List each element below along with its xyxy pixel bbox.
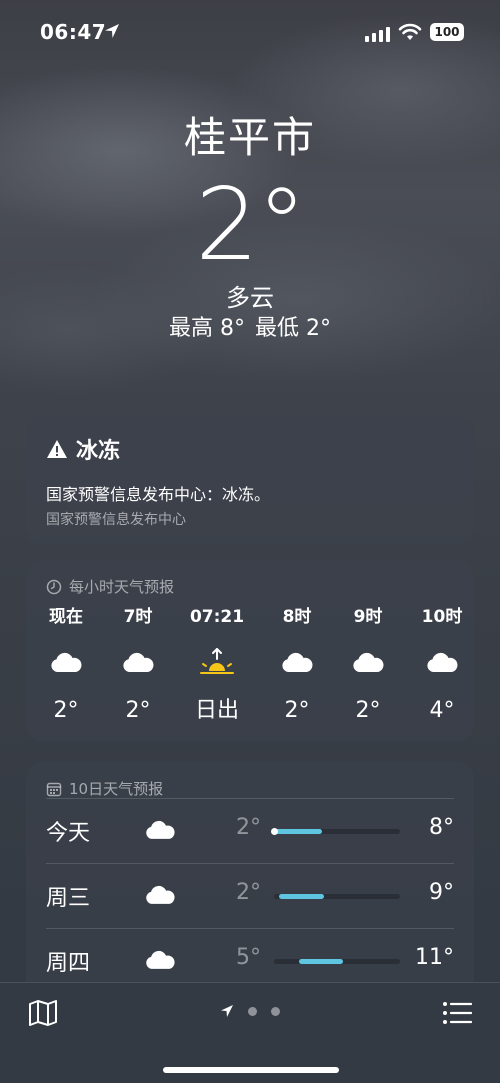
hour-label: 10时: [421, 607, 463, 627]
cloud-icon: [144, 949, 176, 974]
bottom-toolbar: [0, 982, 500, 1083]
cloud-icon: [407, 642, 477, 682]
current-temp-dot: [271, 828, 278, 835]
list-icon[interactable]: [442, 1001, 472, 1025]
day-name: 今天: [46, 821, 91, 846]
warning-icon: [47, 440, 67, 458]
hourly-item: 8时 2°: [262, 606, 332, 726]
hourly-header-text: 每小时天气预报: [69, 578, 175, 596]
home-indicator[interactable]: [163, 1067, 339, 1073]
cloud-icon: [31, 642, 101, 682]
high-temp: 最高 8°: [169, 316, 245, 341]
hour-value: 2°: [355, 698, 381, 723]
hour-label: 07:21: [189, 607, 245, 627]
hour-label: 现在: [49, 607, 83, 627]
hour-value: 2°: [125, 698, 151, 723]
hourly-forecast-card[interactable]: 每小时天气预报 现在 2° 7时 2° 07:21 日出 8时 2° 9时 2° 10时 4°: [26, 560, 474, 742]
page-indicator[interactable]: [220, 1004, 280, 1018]
current-temperature: 2°: [195, 166, 307, 283]
daily-row[interactable]: 周三 2° 9°: [46, 863, 454, 928]
city-name: 桂平市: [183, 113, 316, 162]
hour-value: 日出: [194, 698, 239, 723]
alert-source: 国家预警信息发布中心: [46, 512, 186, 528]
cloud-icon: [144, 819, 176, 844]
day-high: 8°: [429, 815, 454, 840]
low-temp: 最低 2°: [255, 316, 331, 341]
day-name: 周四: [46, 951, 91, 976]
cloud-icon: [262, 642, 332, 682]
hourly-item: 现在 2°: [31, 606, 101, 726]
cloud-icon: [144, 884, 176, 909]
status-bar: 06:47 100: [0, 0, 500, 66]
clock-icon: [46, 579, 62, 594]
battery-indicator: 100: [430, 23, 464, 41]
day-low: 5°: [236, 945, 261, 970]
status-time: 06:47: [40, 20, 107, 44]
cloud-icon: [333, 642, 403, 682]
hour-label: 8时: [282, 607, 312, 627]
current-location-icon: [221, 1005, 233, 1017]
current-weather: 桂平市 2° 多云 最高 8° 最低 2°: [0, 110, 500, 344]
hourly-item: 7时 2°: [103, 606, 173, 726]
hour-value: 4°: [429, 698, 455, 723]
temp-range-fill: [279, 894, 324, 899]
wifi-icon: [398, 23, 422, 40]
day-high: 11°: [415, 945, 454, 970]
alert-text: 国家预警信息发布中心：冰冻。: [46, 485, 271, 504]
hourly-item: 10时 4°: [407, 606, 477, 726]
hour-value: 2°: [284, 698, 310, 723]
hour-value: 2°: [53, 698, 79, 723]
hour-label: 7时: [123, 607, 153, 627]
temp-range-fill: [274, 829, 322, 834]
hourly-item: 9时 2°: [333, 606, 403, 726]
daily-header-text: 10日天气预报: [69, 780, 164, 798]
day-low: 2°: [236, 880, 261, 905]
daily-row[interactable]: 今天 2° 8°: [46, 798, 454, 863]
cloud-icon: [103, 642, 173, 682]
temp-range-bar: [271, 828, 400, 835]
alert-title: 冰冻: [46, 433, 120, 465]
page-dot[interactable]: [271, 1006, 280, 1016]
daily-header: 10日天气预报: [46, 778, 163, 799]
sunrise-icon: [182, 642, 252, 682]
weather-condition: 多云: [226, 284, 274, 312]
day-low: 2°: [236, 815, 261, 840]
temp-range-bar: [274, 959, 400, 964]
hour-label: 9时: [353, 607, 383, 627]
hourly-item: 07:21 日出: [182, 606, 252, 726]
page-dot[interactable]: [248, 1006, 257, 1016]
day-name: 周三: [46, 886, 91, 911]
high-low: 最高 8° 最低 2°: [0, 314, 500, 344]
hourly-header: 每小时天气预报: [46, 576, 174, 597]
signal-icon: [365, 27, 390, 42]
alert-title-text: 冰冻: [76, 439, 121, 464]
temp-range-bar: [274, 894, 400, 899]
weather-alert-card[interactable]: 冰冻 国家预警信息发布中心：冰冻。 国家预警信息发布中心: [26, 415, 474, 545]
location-arrow-icon: [105, 24, 119, 38]
calendar-icon: [46, 782, 62, 796]
day-high: 9°: [429, 880, 454, 905]
temp-range-fill: [299, 959, 343, 964]
map-icon[interactable]: [28, 999, 58, 1027]
